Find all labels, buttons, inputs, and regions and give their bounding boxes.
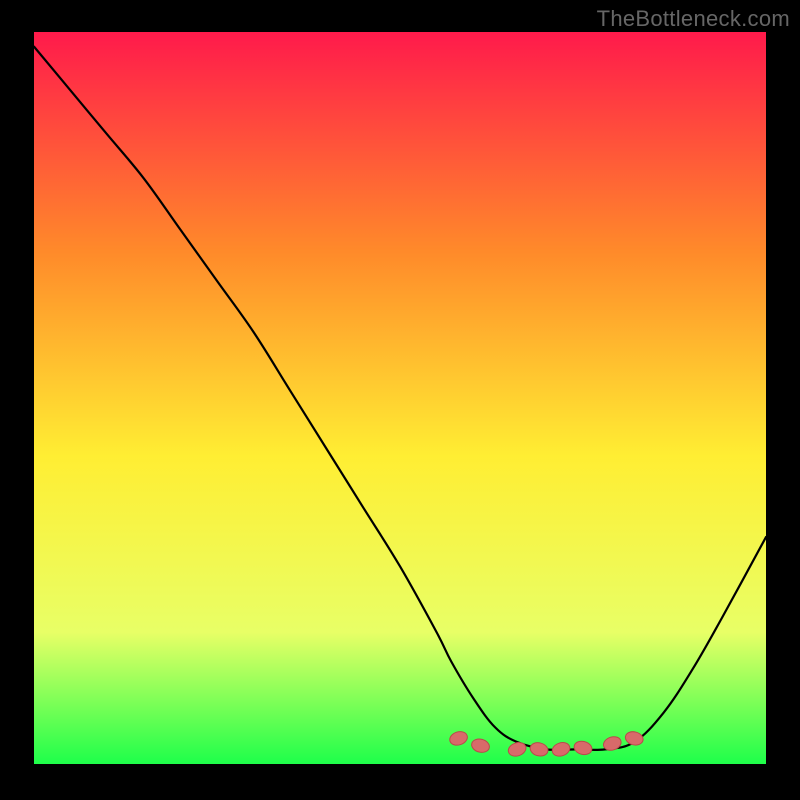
bottleneck-chart [0, 0, 800, 800]
plot-area [34, 32, 766, 764]
watermark-text: TheBottleneck.com [597, 6, 790, 32]
chart-canvas [0, 0, 800, 800]
